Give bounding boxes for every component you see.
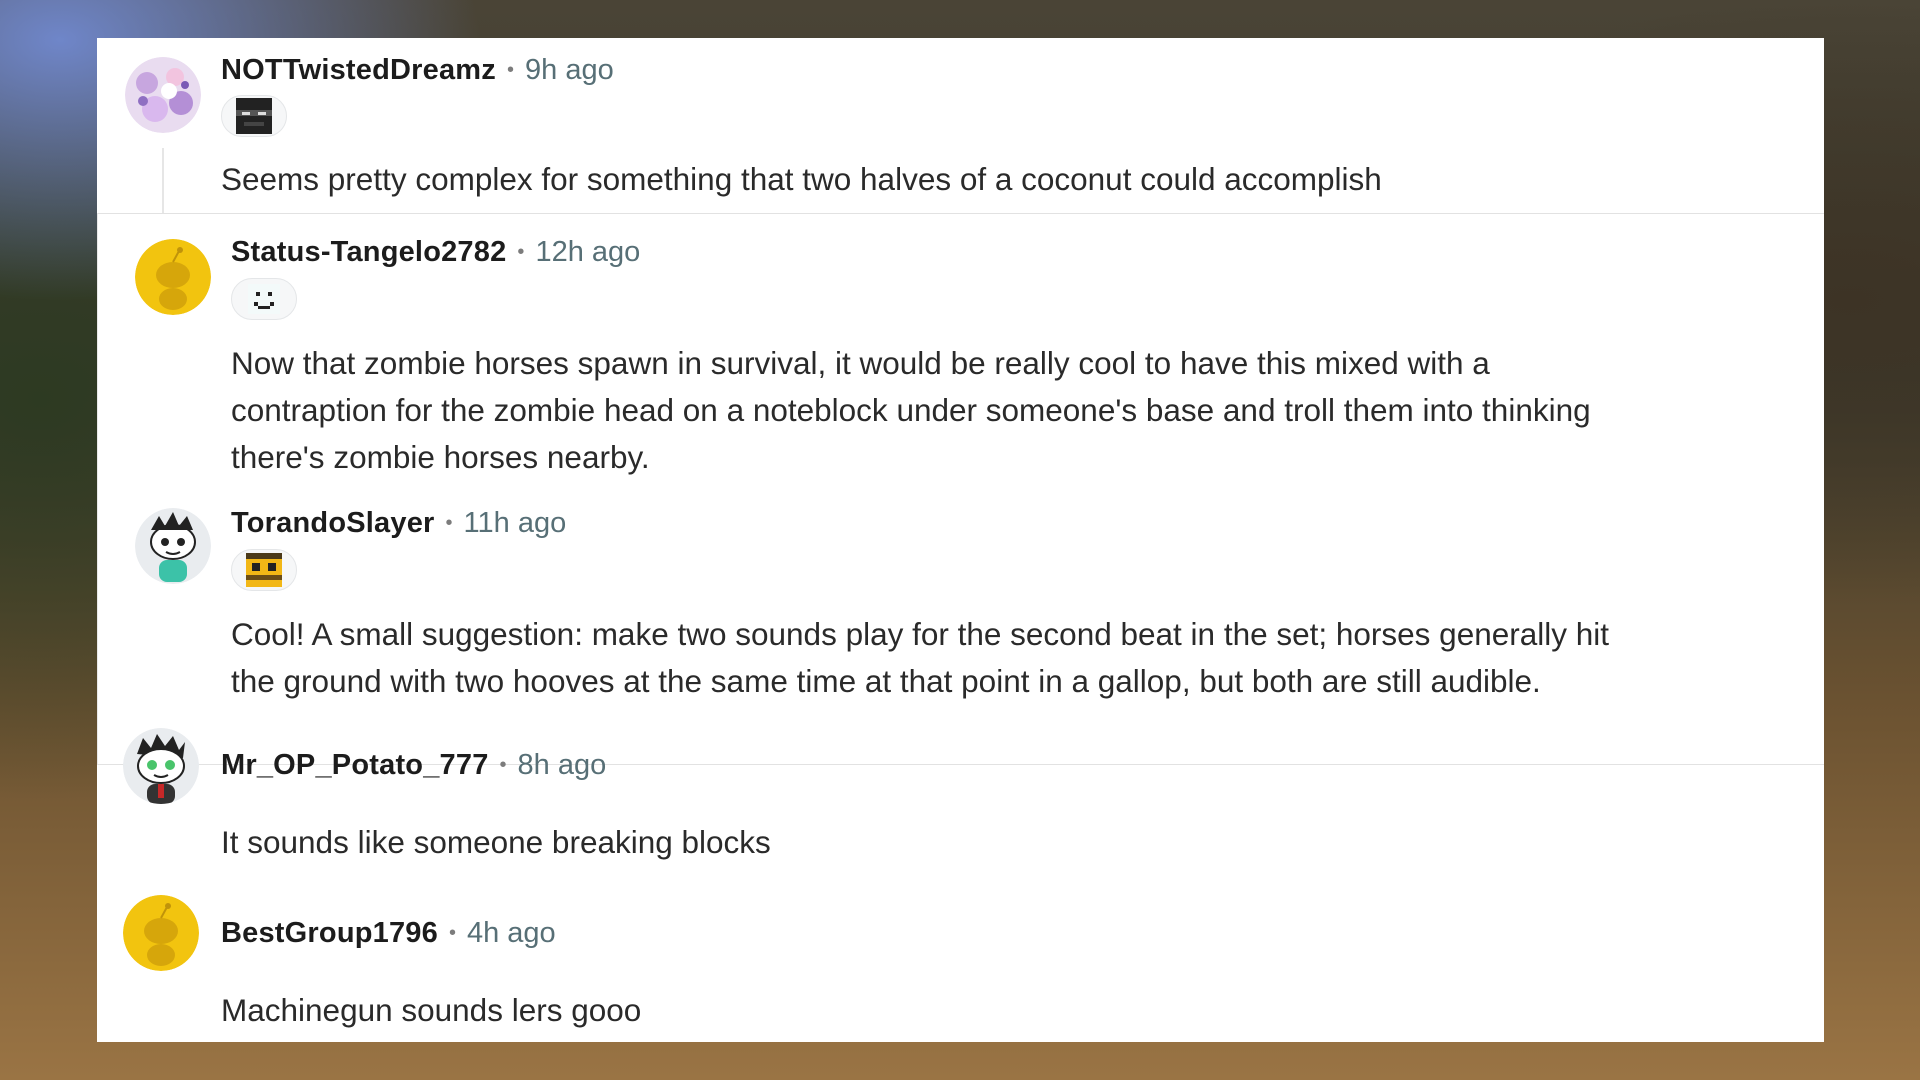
comment-body-line: there's zombie horses nearby.: [231, 439, 650, 475]
separator-dot: •: [445, 512, 453, 534]
timestamp[interactable]: 12h ago: [535, 236, 640, 269]
pixel-bee-face-icon: [246, 553, 282, 587]
comment-body-line: Machinegun sounds lers gooo: [221, 992, 642, 1028]
user-flair: [231, 549, 297, 591]
username[interactable]: Mr_OP_Potato_777: [221, 749, 489, 782]
pixel-block-face-icon: [236, 98, 272, 134]
separator-dot: •: [448, 922, 456, 944]
reply-thread: Status-Tangelo2782 • 12h ago Now that zo…: [97, 213, 1824, 765]
comments-panel: NOTTwistedDreamz • 9h ago Seems pretty c…: [97, 38, 1824, 1042]
snoo-green-eyes-avatar-icon[interactable]: [123, 728, 199, 804]
pastel-cloud-avatar-icon[interactable]: [125, 57, 201, 133]
username[interactable]: NOTTwistedDreamz: [221, 54, 496, 87]
username[interactable]: TorandoSlayer: [231, 507, 435, 540]
username[interactable]: Status-Tangelo2782: [231, 236, 506, 269]
comment-meta: Status-Tangelo2782 • 12h ago: [231, 236, 640, 269]
user-flair: [231, 278, 297, 320]
pixel-smile-face-icon: [248, 284, 280, 314]
comment-body: Now that zombie horses spawn in survival…: [231, 340, 1591, 481]
yellow-snoo-avatar-icon[interactable]: [123, 895, 199, 971]
comment-body-line: Now that zombie horses spawn in survival…: [231, 345, 1490, 381]
yellow-snoo-avatar-icon[interactable]: [135, 239, 211, 315]
comment-body-line: the ground with two hooves at the same t…: [231, 663, 1541, 699]
comment-body-line: Seems pretty complex for something that …: [221, 161, 1382, 197]
comment-body-line: contraption for the zombie head on a not…: [231, 392, 1591, 428]
timestamp[interactable]: 4h ago: [467, 917, 556, 950]
comment-meta: Mr_OP_Potato_777 • 8h ago: [221, 749, 606, 782]
separator-dot: •: [499, 754, 507, 776]
timestamp[interactable]: 9h ago: [525, 54, 614, 87]
comment-body: Cool! A small suggestion: make two sound…: [231, 611, 1609, 705]
comment-body-line: Cool! A small suggestion: make two sound…: [231, 616, 1610, 652]
comment-body: Seems pretty complex for something that …: [221, 156, 1382, 203]
comment-body: It sounds like someone breaking blocks: [221, 819, 771, 866]
separator-dot: •: [507, 59, 515, 81]
timestamp[interactable]: 11h ago: [464, 507, 567, 540]
comment-meta: BestGroup1796 • 4h ago: [221, 917, 556, 950]
snoo-spiky-hair-avatar-icon[interactable]: [135, 508, 211, 584]
timestamp[interactable]: 8h ago: [518, 749, 607, 782]
comment-meta: TorandoSlayer • 11h ago: [231, 507, 566, 540]
username[interactable]: BestGroup1796: [221, 917, 438, 950]
thread-line[interactable]: [162, 148, 164, 214]
comment-body: Machinegun sounds lers gooo: [221, 987, 641, 1034]
comment-body-line: It sounds like someone breaking blocks: [221, 824, 771, 860]
user-flair: [221, 95, 287, 137]
comment-meta: NOTTwistedDreamz • 9h ago: [221, 54, 614, 87]
separator-dot: •: [517, 241, 525, 263]
